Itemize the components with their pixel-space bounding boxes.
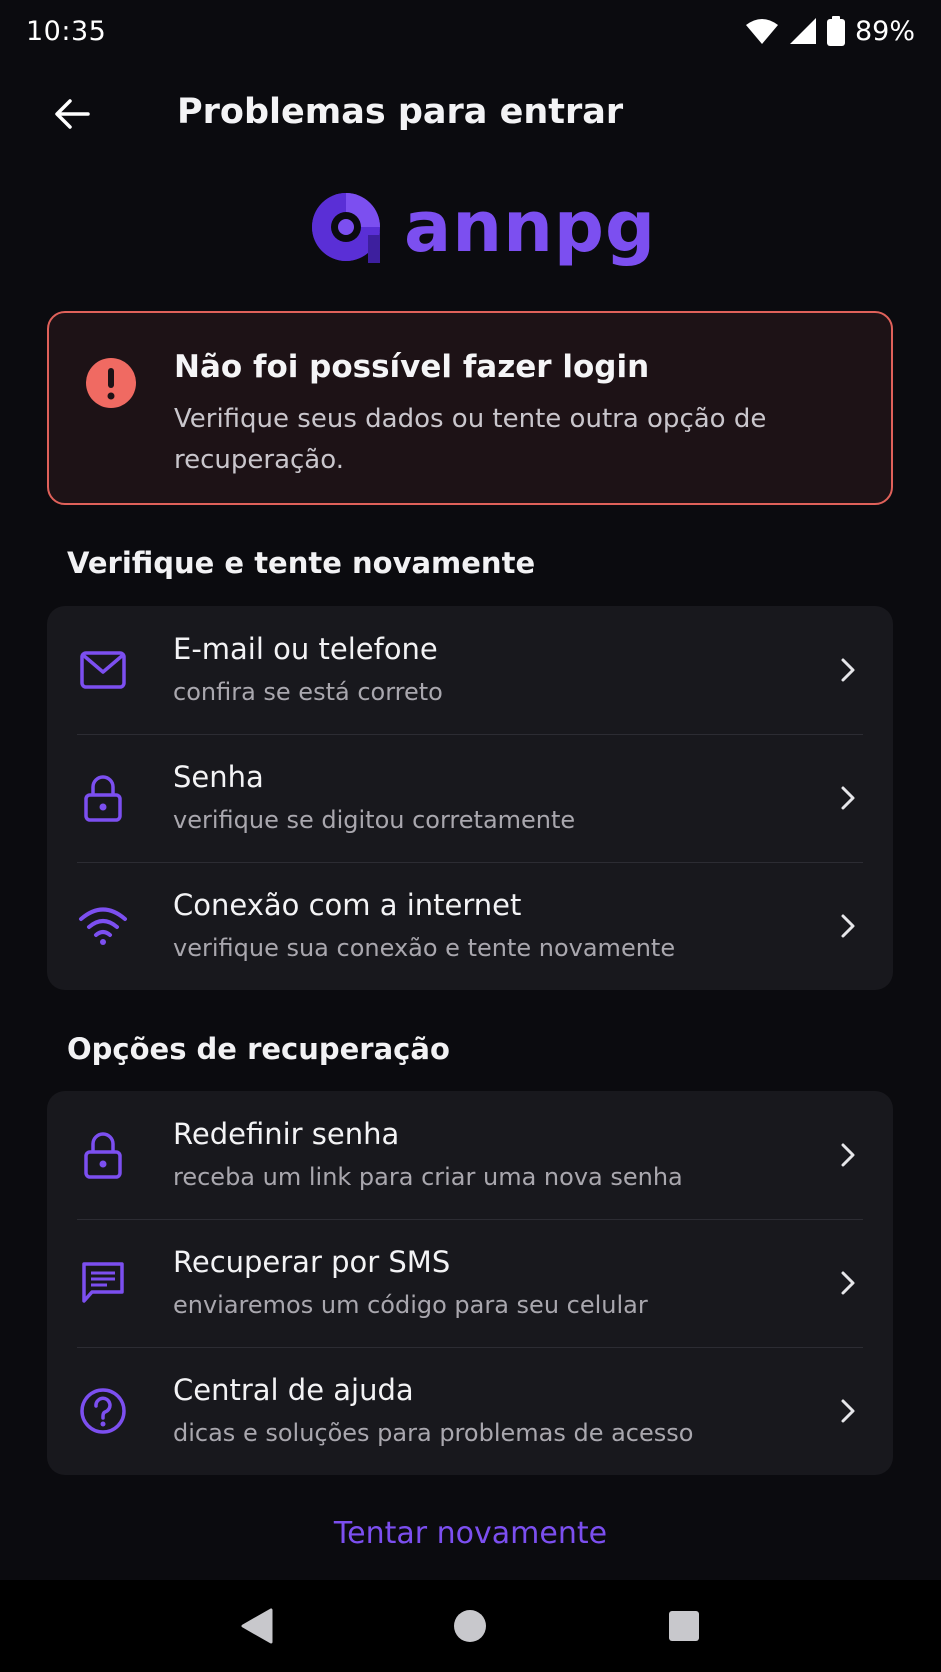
error-message: Verifique seus dados ou tente outra opçã… [174,404,767,475]
verify-list: E-mail ou telefone confira se está corre… [47,606,893,990]
item-title: Central de ajuda [173,1373,414,1407]
list-item-reset-password[interactable]: Redefinir senha receba um link para cria… [47,1091,893,1219]
sms-icon [77,1257,129,1309]
chevron-right-icon [833,1137,863,1173]
status-bar: 10:35 89% [0,0,941,62]
battery-percentage: 89% [854,15,915,47]
item-subtitle: dicas e soluções para problemas de acess… [173,1419,694,1447]
retry-button[interactable]: Tentar novamente [0,1516,941,1551]
mail-icon [77,644,129,696]
item-title: Conexão com a internet [173,888,522,922]
help-icon [77,1385,129,1437]
arrow-left-icon [55,99,90,129]
list-item-password[interactable]: Senha verifique se digitou corretamente [47,734,893,862]
logo-mark-icon [312,193,380,263]
chevron-right-icon [833,908,863,944]
top-app-bar: Problemas para entrar [0,72,941,156]
list-item-sms-recovery[interactable]: Recuperar por SMS enviaremos um código p… [47,1219,893,1347]
chevron-right-icon [833,1265,863,1301]
lock-icon [77,1129,129,1181]
item-title: E-mail ou telefone [173,632,438,666]
square-recents-icon [669,1611,700,1641]
list-item-help-center[interactable]: Central de ajuda dicas e soluções para p… [47,1347,893,1475]
status-time: 10:35 [26,15,107,47]
list-item-internet[interactable]: Conexão com a internet verifique sua con… [47,862,893,990]
system-nav-bar [0,1580,941,1672]
chevron-right-icon [833,1393,863,1429]
item-subtitle: receba um link para criar uma nova senha [173,1163,683,1191]
status-icons: 89% [745,16,915,47]
chevron-right-icon [833,780,863,816]
battery-icon [826,16,845,46]
lock-icon [77,772,129,824]
chevron-right-icon [833,652,863,688]
item-subtitle: enviaremos um código para seu celular [173,1291,648,1319]
item-subtitle: verifique se digitou corretamente [173,806,576,834]
list-item-email-phone[interactable]: E-mail ou telefone confira se está corre… [47,606,893,734]
item-title: Senha [173,760,264,794]
signal-icon [789,18,816,44]
error-alert: Não foi possível fazer login Verifique s… [47,311,893,505]
item-title: Recuperar por SMS [173,1245,451,1279]
back-button[interactable] [44,86,100,142]
recovery-list: Redefinir senha receba um link para cria… [47,1091,893,1475]
logo-wordmark: annpg [404,186,657,268]
item-title: Redefinir senha [173,1117,400,1151]
wifi-icon [77,900,129,952]
section-title-verify: Verifique e tente novamente [67,546,536,580]
item-subtitle: confira se está correto [173,678,443,706]
nav-back-button[interactable] [227,1596,287,1656]
alert-icon [86,358,136,408]
wifi-status-icon [745,19,778,44]
section-title-recovery: Opções de recuperação [67,1032,450,1066]
brand-logo: annpg [310,188,656,266]
nav-home-button[interactable] [440,1596,500,1656]
error-title: Não foi possível fazer login [174,349,650,385]
circle-home-icon [454,1610,487,1642]
item-subtitle: verifique sua conexão e tente novamente [173,934,676,962]
page-title: Problemas para entrar [177,92,624,132]
nav-recents-button[interactable] [654,1596,714,1656]
triangle-back-icon [241,1608,273,1644]
